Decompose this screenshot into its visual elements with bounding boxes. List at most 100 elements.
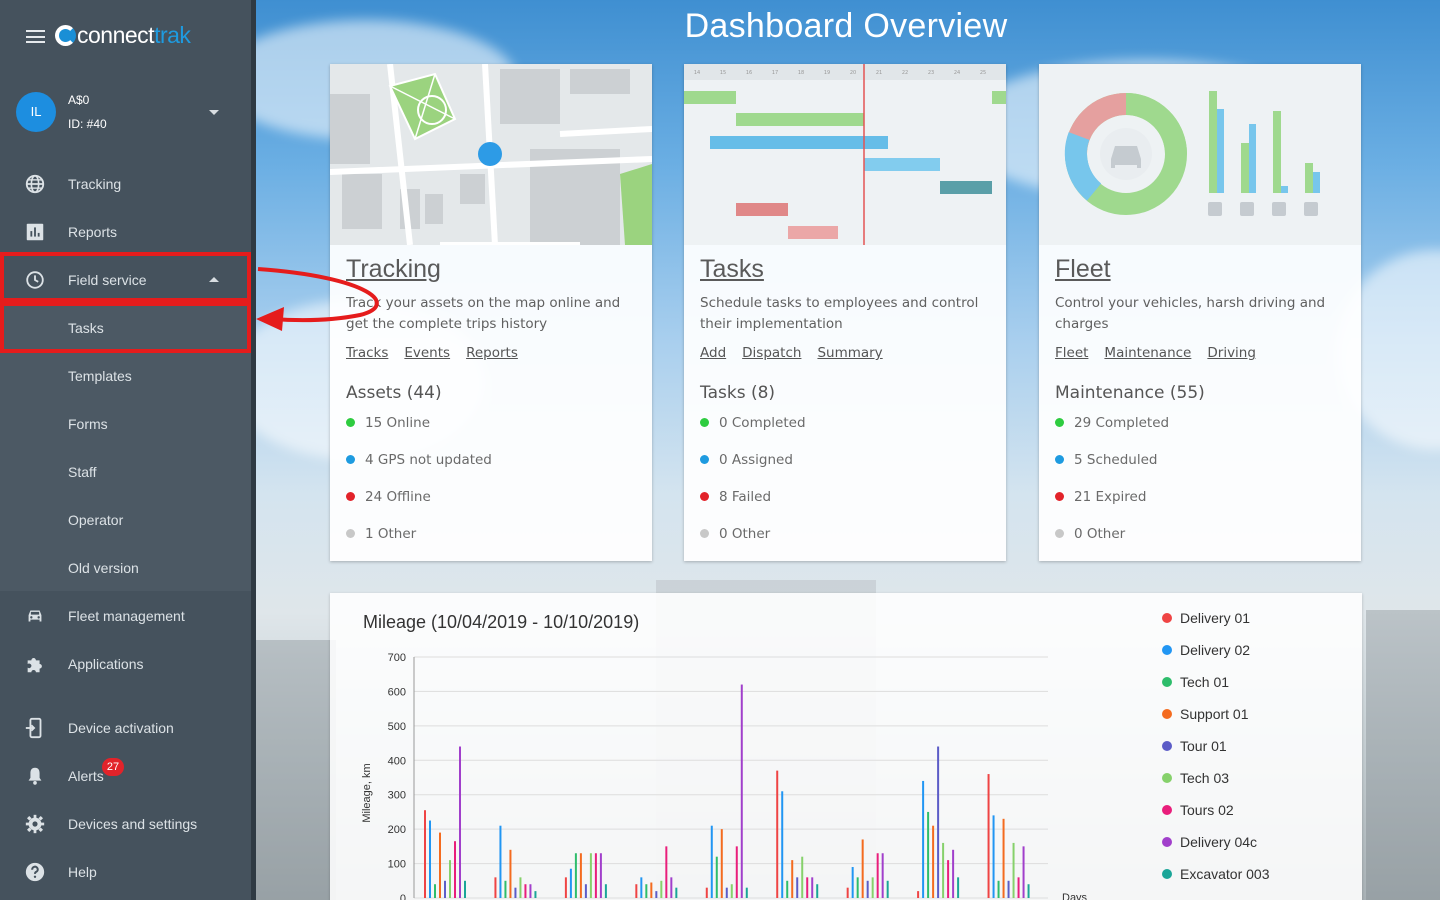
chart-bar[interactable] [584,884,587,898]
chart-bar[interactable] [937,746,940,898]
chart-bar[interactable] [509,849,512,898]
stat-row[interactable]: 29 Completed [1055,415,1169,431]
chart-bar[interactable] [454,841,456,898]
chart-bar[interactable] [564,877,567,898]
sidebar-item-fleet-management[interactable]: Fleet management [0,592,251,640]
chart-bar[interactable] [730,884,733,898]
chart-bar[interactable] [932,825,935,898]
chevron-down-icon[interactable] [209,110,219,115]
stat-row[interactable]: 1 Other [346,526,416,542]
chart-bar[interactable] [429,820,431,898]
stat-row[interactable]: 0 Other [1055,526,1125,542]
stat-row[interactable]: 0 Assigned [700,452,793,468]
chart-bar[interactable] [740,684,743,898]
chart-bar[interactable] [881,853,884,898]
chart-bar[interactable] [434,884,436,898]
chart-bar[interactable] [876,853,879,898]
chart-bar[interactable] [705,887,708,898]
chart-bar[interactable] [796,877,799,898]
chart-bar[interactable] [444,880,446,898]
chart-bar[interactable] [569,868,572,898]
fleet-card-title[interactable]: Fleet [1055,255,1111,284]
user-account-selector[interactable]: IL A$0 ID: #40 [0,84,251,140]
chart-bar[interactable] [957,877,960,898]
chart-bar[interactable] [665,846,668,898]
sidebar-item-help[interactable]: Help [0,848,251,896]
stat-row[interactable]: 8 Failed [700,489,771,505]
chart-bar[interactable] [811,877,814,898]
chart-bar[interactable] [459,746,461,898]
chart-bar[interactable] [927,811,930,898]
chart-bar[interactable] [781,791,784,898]
chart-bar[interactable] [514,887,517,898]
chart-bar[interactable] [424,810,426,898]
connecttrak-logo[interactable]: connecttrak [55,22,191,49]
chart-bar[interactable] [494,877,497,898]
link-events[interactable]: Events [404,345,450,361]
chart-bar[interactable] [745,887,748,898]
chart-bar[interactable] [660,880,663,898]
chart-bar[interactable] [1002,818,1005,898]
chart-bar[interactable] [856,877,859,898]
chart-bar[interactable] [529,884,532,898]
stat-row[interactable]: 15 Online [346,415,430,431]
chart-bar[interactable] [992,815,995,898]
chart-bar[interactable] [635,884,638,898]
chart-bar[interactable] [640,877,643,898]
chart-bar[interactable] [886,880,889,898]
chart-bar[interactable] [1022,846,1025,898]
link-fleet[interactable]: Fleet [1055,345,1088,361]
stat-row[interactable]: 0 Completed [700,415,806,431]
sidebar-item-applications[interactable]: Applications [0,640,251,688]
chart-bar[interactable] [851,867,854,898]
tasks-card-title[interactable]: Tasks [700,255,764,284]
link-tracks[interactable]: Tracks [346,345,388,361]
chart-bar[interactable] [816,884,819,898]
link-dispatch[interactable]: Dispatch [742,345,801,361]
chart-bar[interactable] [997,880,1000,898]
sidebar-item-forms[interactable]: Forms [0,400,251,448]
chart-bar[interactable] [519,877,522,898]
sidebar-item-old-version[interactable]: Old version [0,544,251,592]
chart-bar[interactable] [439,832,441,898]
chart-bar[interactable] [524,884,527,898]
chart-bar[interactable] [464,880,466,898]
link-summary[interactable]: Summary [817,345,882,361]
chart-bar[interactable] [725,887,728,898]
stat-row[interactable]: 4 GPS not updated [346,452,492,468]
legend-item[interactable]: Delivery 01 [1162,610,1250,626]
legend-item[interactable]: Tech 03 [1162,770,1229,786]
chart-bar[interactable] [801,856,804,898]
chart-bar[interactable] [791,860,794,898]
stat-row[interactable]: 21 Expired [1055,489,1146,505]
chart-bar[interactable] [499,825,502,898]
sidebar-item-reports[interactable]: Reports [0,208,251,256]
chart-bar[interactable] [645,884,648,898]
legend-item[interactable]: Delivery 02 [1162,642,1250,658]
legend-item[interactable]: Support 01 [1162,706,1249,722]
chart-bar[interactable] [449,860,451,898]
chart-bar[interactable] [655,891,658,898]
chart-bar[interactable] [675,887,678,898]
legend-item[interactable]: Excavator 003 [1162,866,1270,882]
chart-bar[interactable] [715,856,718,898]
chart-bar[interactable] [604,884,607,898]
link-add[interactable]: Add [700,345,726,361]
sidebar-item-alerts[interactable]: Alerts 27 [0,752,251,800]
chart-bar[interactable] [1017,877,1020,898]
chart-bar[interactable] [574,853,577,898]
chart-bar[interactable] [922,780,925,898]
stat-row[interactable]: 24 Offline [346,489,431,505]
chart-bar[interactable] [871,877,874,898]
chart-bar[interactable] [776,770,779,898]
chart-bar[interactable] [735,846,738,898]
chart-bar[interactable] [534,891,537,898]
chart-bar[interactable] [806,877,809,898]
chart-bar[interactable] [1012,842,1015,898]
sidebar-item-templates[interactable]: Templates [0,352,251,400]
legend-item[interactable]: Delivery 04c [1162,834,1257,850]
chart-bar[interactable] [917,891,920,898]
chart-bar[interactable] [599,853,602,898]
link-driving[interactable]: Driving [1207,345,1256,361]
chart-bar[interactable] [720,829,723,898]
